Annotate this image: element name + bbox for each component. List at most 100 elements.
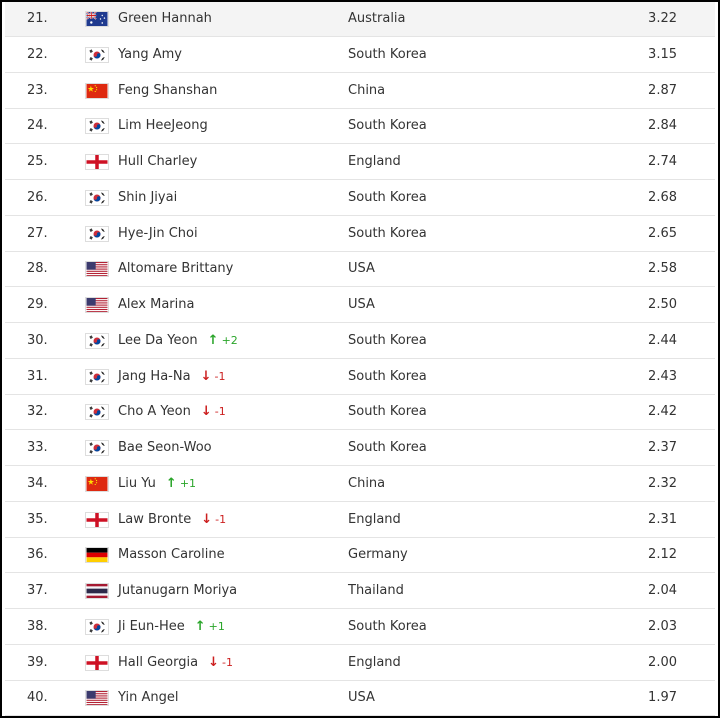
arrow-up-icon: ↑: [207, 333, 219, 348]
player-name[interactable]: Jang Ha-Na: [118, 369, 191, 384]
usa-flag-icon: [85, 297, 109, 313]
country-name: South Korea: [348, 226, 427, 241]
player-name-cell[interactable]: Liu Yu ↑ +1: [118, 467, 196, 501]
table-row[interactable]: 23. Feng Shanshan China 2.87: [5, 74, 715, 109]
points-value: 2.31: [648, 512, 677, 527]
player-name-cell[interactable]: Jang Ha-Na ↓ -1: [118, 360, 225, 394]
player-name[interactable]: Cho A Yeon: [118, 404, 191, 419]
points-value: 2.44: [648, 333, 677, 348]
player-name-cell[interactable]: Shin Jiyai: [118, 181, 177, 215]
arrow-down-icon: ↓: [201, 512, 213, 527]
player-name[interactable]: Jutanugarn Moriya: [118, 583, 237, 598]
table-row[interactable]: 27. Hye-Jin Choi South Korea 2.65: [5, 217, 715, 252]
rank-number: 37.: [27, 583, 48, 598]
player-name[interactable]: Lee Da Yeon: [118, 333, 198, 348]
table-row[interactable]: 32. Cho A Yeon ↓ -1 South Korea 2.42: [5, 395, 715, 430]
player-name-cell[interactable]: Altomare Brittany: [118, 252, 233, 286]
rank-change-value: +2: [221, 334, 238, 347]
player-name[interactable]: Masson Caroline: [118, 547, 225, 562]
table-row[interactable]: 26. Shin Jiyai South Korea 2.68: [5, 181, 715, 216]
points-value: 2.42: [648, 404, 677, 419]
table-row[interactable]: 35. Law Bronte ↓ -1 England 2.31: [5, 503, 715, 538]
player-name-cell[interactable]: Hull Charley: [118, 145, 197, 179]
table-row[interactable]: 37. Jutanugarn Moriya Thailand 2.04: [5, 574, 715, 609]
rank-number: 26.: [27, 190, 48, 205]
rank-number: 30.: [27, 333, 48, 348]
table-row[interactable]: 31. Jang Ha-Na ↓ -1 South Korea 2.43: [5, 360, 715, 395]
country-name: Germany: [348, 547, 408, 562]
player-name-cell[interactable]: Jutanugarn Moriya: [118, 574, 237, 608]
table-row[interactable]: 21. Green Hannah Australia 3.22: [5, 2, 715, 37]
south-korea-flag-icon: [85, 333, 109, 349]
player-name-cell[interactable]: Hall Georgia ↓ -1: [118, 646, 233, 680]
player-name[interactable]: Hye-Jin Choi: [118, 226, 198, 241]
player-name-cell[interactable]: Masson Caroline: [118, 538, 225, 572]
player-name[interactable]: Liu Yu: [118, 476, 156, 491]
player-name[interactable]: Lim HeeJeong: [118, 118, 208, 133]
player-name-cell[interactable]: Ji Eun-Hee ↑ +1: [118, 610, 225, 644]
player-name-cell[interactable]: Lim HeeJeong: [118, 109, 208, 143]
usa-flag-icon: [85, 690, 109, 706]
player-name[interactable]: Yin Angel: [118, 690, 178, 705]
player-name-cell[interactable]: Alex Marina: [118, 288, 194, 322]
player-name-cell[interactable]: Yin Angel: [118, 681, 178, 715]
rank-number: 34.: [27, 476, 48, 491]
table-row[interactable]: 34. Liu Yu ↑ +1 China 2.32: [5, 467, 715, 502]
player-name[interactable]: Ji Eun-Hee: [118, 619, 185, 634]
country-name: England: [348, 512, 401, 527]
player-name[interactable]: Law Bronte: [118, 512, 191, 527]
rank-change-indicator: ↑ +2: [207, 333, 238, 348]
table-row[interactable]: 28. Altomare Brittany USA 2.58: [5, 252, 715, 287]
arrow-down-icon: ↓: [200, 369, 212, 384]
england-flag-icon: [85, 154, 109, 170]
rank-number: 33.: [27, 440, 48, 455]
country-name: Australia: [348, 11, 406, 26]
country-name: China: [348, 83, 386, 98]
player-name[interactable]: Feng Shanshan: [118, 83, 217, 98]
player-name[interactable]: Green Hannah: [118, 11, 212, 26]
player-name-cell[interactable]: Feng Shanshan: [118, 74, 217, 108]
rank-change-value: -1: [214, 370, 226, 383]
player-name-cell[interactable]: Lee Da Yeon ↑ +2: [118, 324, 238, 358]
arrow-down-icon: ↓: [200, 404, 212, 419]
player-name[interactable]: Shin Jiyai: [118, 190, 177, 205]
player-name-cell[interactable]: Bae Seon-Woo: [118, 431, 212, 465]
rank-number: 32.: [27, 404, 48, 419]
player-name-cell[interactable]: Hye-Jin Choi: [118, 217, 198, 251]
table-row[interactable]: 29. Alex Marina USA 2.50: [5, 288, 715, 323]
player-name[interactable]: Yang Amy: [118, 47, 182, 62]
table-row[interactable]: 24. Lim HeeJeong South Korea 2.84: [5, 109, 715, 144]
rank-number: 31.: [27, 369, 48, 384]
points-value: 1.97: [648, 690, 677, 705]
points-value: 2.03: [648, 619, 677, 634]
player-name[interactable]: Bae Seon-Woo: [118, 440, 212, 455]
points-value: 3.22: [648, 11, 677, 26]
player-name-cell[interactable]: Green Hannah: [118, 2, 212, 36]
table-row[interactable]: 33. Bae Seon-Woo South Korea 2.37: [5, 431, 715, 466]
player-name-cell[interactable]: Law Bronte ↓ -1: [118, 503, 226, 537]
player-name[interactable]: Altomare Brittany: [118, 261, 233, 276]
table-row[interactable]: 36. Masson Caroline Germany 2.12: [5, 538, 715, 573]
country-name: South Korea: [348, 190, 427, 205]
table-row[interactable]: 39. Hall Georgia ↓ -1 England 2.00: [5, 646, 715, 681]
points-value: 2.32: [648, 476, 677, 491]
table-row[interactable]: 30. Lee Da Yeon ↑ +2 South Korea 2.44: [5, 324, 715, 359]
player-name-cell[interactable]: Yang Amy: [118, 38, 182, 72]
arrow-up-icon: ↑: [194, 619, 206, 634]
table-row[interactable]: 40. Yin Angel USA 1.97: [5, 681, 715, 716]
player-name-cell[interactable]: Cho A Yeon ↓ -1: [118, 395, 226, 429]
table-row[interactable]: 25. Hull Charley England 2.74: [5, 145, 715, 180]
player-name[interactable]: Alex Marina: [118, 297, 194, 312]
table-row[interactable]: 22. Yang Amy South Korea 3.15: [5, 38, 715, 73]
rank-number: 39.: [27, 655, 48, 670]
country-name: South Korea: [348, 47, 427, 62]
china-flag-icon: [85, 476, 109, 492]
south-korea-flag-icon: [85, 190, 109, 206]
player-name[interactable]: Hull Charley: [118, 154, 197, 169]
rank-change-indicator: ↓ -1: [200, 404, 226, 419]
england-flag-icon: [85, 655, 109, 671]
rank-change-indicator: ↓ -1: [208, 655, 233, 670]
player-name[interactable]: Hall Georgia: [118, 655, 198, 670]
points-value: 2.50: [648, 297, 677, 312]
table-row[interactable]: 38. Ji Eun-Hee ↑ +1 South Korea 2.03: [5, 610, 715, 645]
